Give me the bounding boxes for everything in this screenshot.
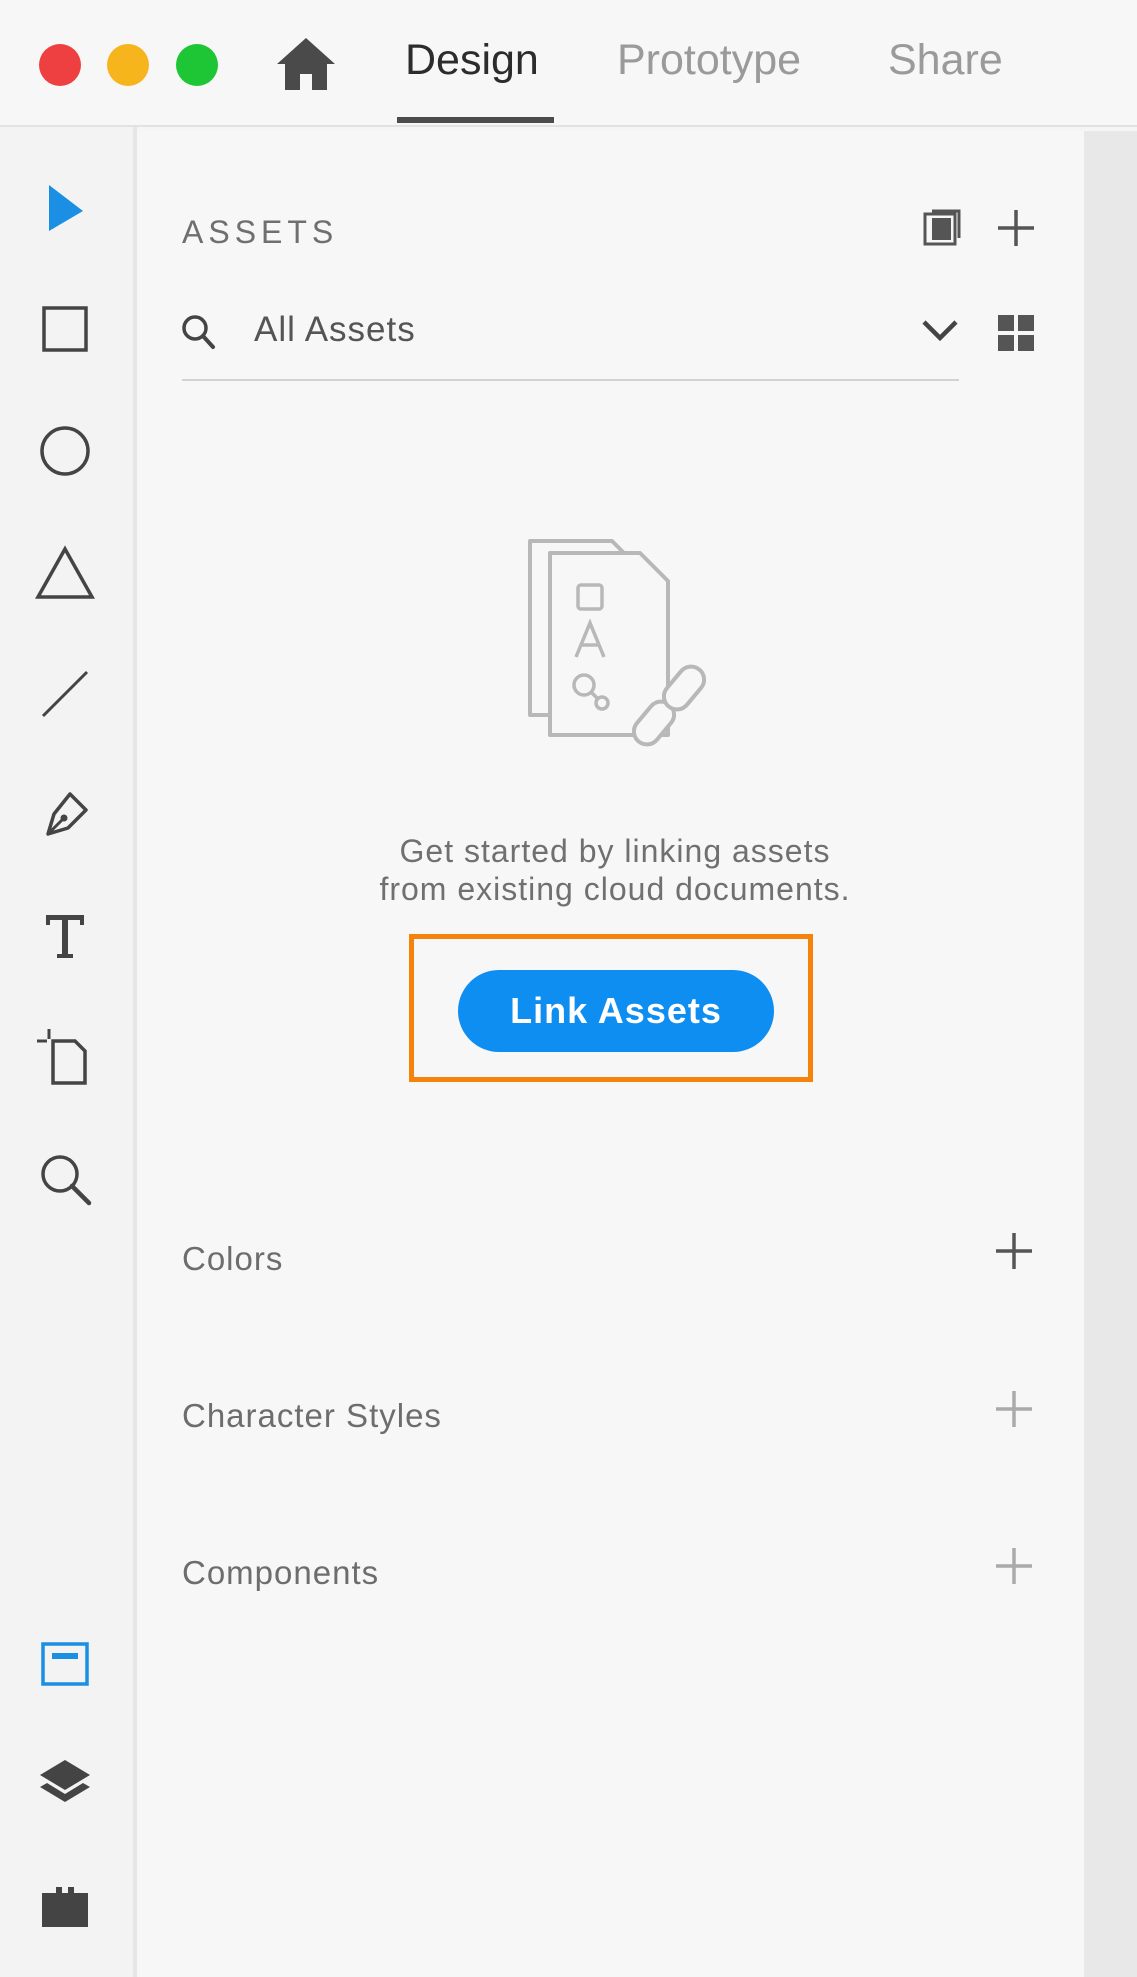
open-library-icon[interactable] — [920, 206, 964, 250]
pen-tool[interactable] — [30, 780, 100, 850]
app-window: Design Prototype Share ASSETS All Assets… — [0, 0, 1137, 1977]
assets-panel-button[interactable] — [30, 1629, 100, 1699]
layers-button[interactable] — [30, 1749, 100, 1819]
artboard-tool[interactable] — [30, 1022, 100, 1092]
grid-view-icon[interactable] — [996, 313, 1036, 353]
section-character-styles[interactable]: Character Styles — [182, 1397, 442, 1435]
ellipse-icon — [40, 426, 90, 476]
add-color-icon[interactable] — [993, 1230, 1035, 1272]
section-components[interactable]: Components — [182, 1554, 379, 1592]
text-icon — [46, 915, 84, 958]
tab-design[interactable]: Design — [405, 36, 539, 85]
search-underline — [182, 379, 959, 381]
polygon-icon — [35, 545, 95, 599]
section-colors[interactable]: Colors — [182, 1240, 283, 1278]
text-tool[interactable] — [30, 901, 100, 971]
add-component-icon[interactable] — [993, 1545, 1035, 1587]
ellipse-tool[interactable] — [30, 416, 100, 486]
plugins-icon — [42, 1887, 88, 1927]
plugins-button[interactable] — [30, 1871, 100, 1941]
search-icon — [182, 315, 215, 349]
empty-state-message: Get started by linking assets from exist… — [300, 832, 930, 908]
asset-filter-select[interactable]: All Assets — [254, 310, 416, 350]
pen-icon — [46, 792, 88, 836]
maximize-window-button[interactable] — [176, 44, 218, 86]
artboard-icon — [37, 1029, 87, 1085]
active-tab-indicator — [397, 117, 554, 123]
assets-panel-icon — [41, 1642, 89, 1686]
panel-title: ASSETS — [182, 214, 339, 250]
empty-state-line-1: Get started by linking assets — [399, 833, 831, 869]
tab-prototype[interactable]: Prototype — [617, 36, 801, 85]
home-icon[interactable] — [275, 34, 337, 92]
minimize-window-button[interactable] — [107, 44, 149, 86]
select-tool[interactable] — [30, 174, 100, 244]
line-tool[interactable] — [30, 659, 100, 729]
link-assets-button[interactable]: Link Assets — [458, 970, 774, 1052]
linked-assets-illustration-icon — [528, 539, 707, 747]
polygon-tool[interactable] — [30, 538, 100, 608]
tab-share[interactable]: Share — [888, 36, 1003, 85]
canvas-edge — [1084, 131, 1137, 1977]
title-bar: Design Prototype Share — [0, 0, 1137, 127]
rectangle-icon — [42, 306, 88, 352]
add-asset-icon[interactable] — [994, 206, 1038, 250]
chevron-down-icon[interactable] — [920, 316, 960, 346]
select-icon — [49, 185, 83, 231]
close-window-button[interactable] — [39, 44, 81, 86]
tool-bar — [0, 127, 137, 1977]
zoom-tool[interactable] — [30, 1144, 100, 1214]
line-icon — [41, 670, 89, 718]
add-character-style-icon[interactable] — [993, 1388, 1035, 1430]
empty-state-line-2: from existing cloud documents. — [379, 871, 851, 907]
layers-icon — [40, 1760, 90, 1802]
rectangle-tool[interactable] — [30, 294, 100, 364]
zoom-icon — [41, 1155, 92, 1206]
